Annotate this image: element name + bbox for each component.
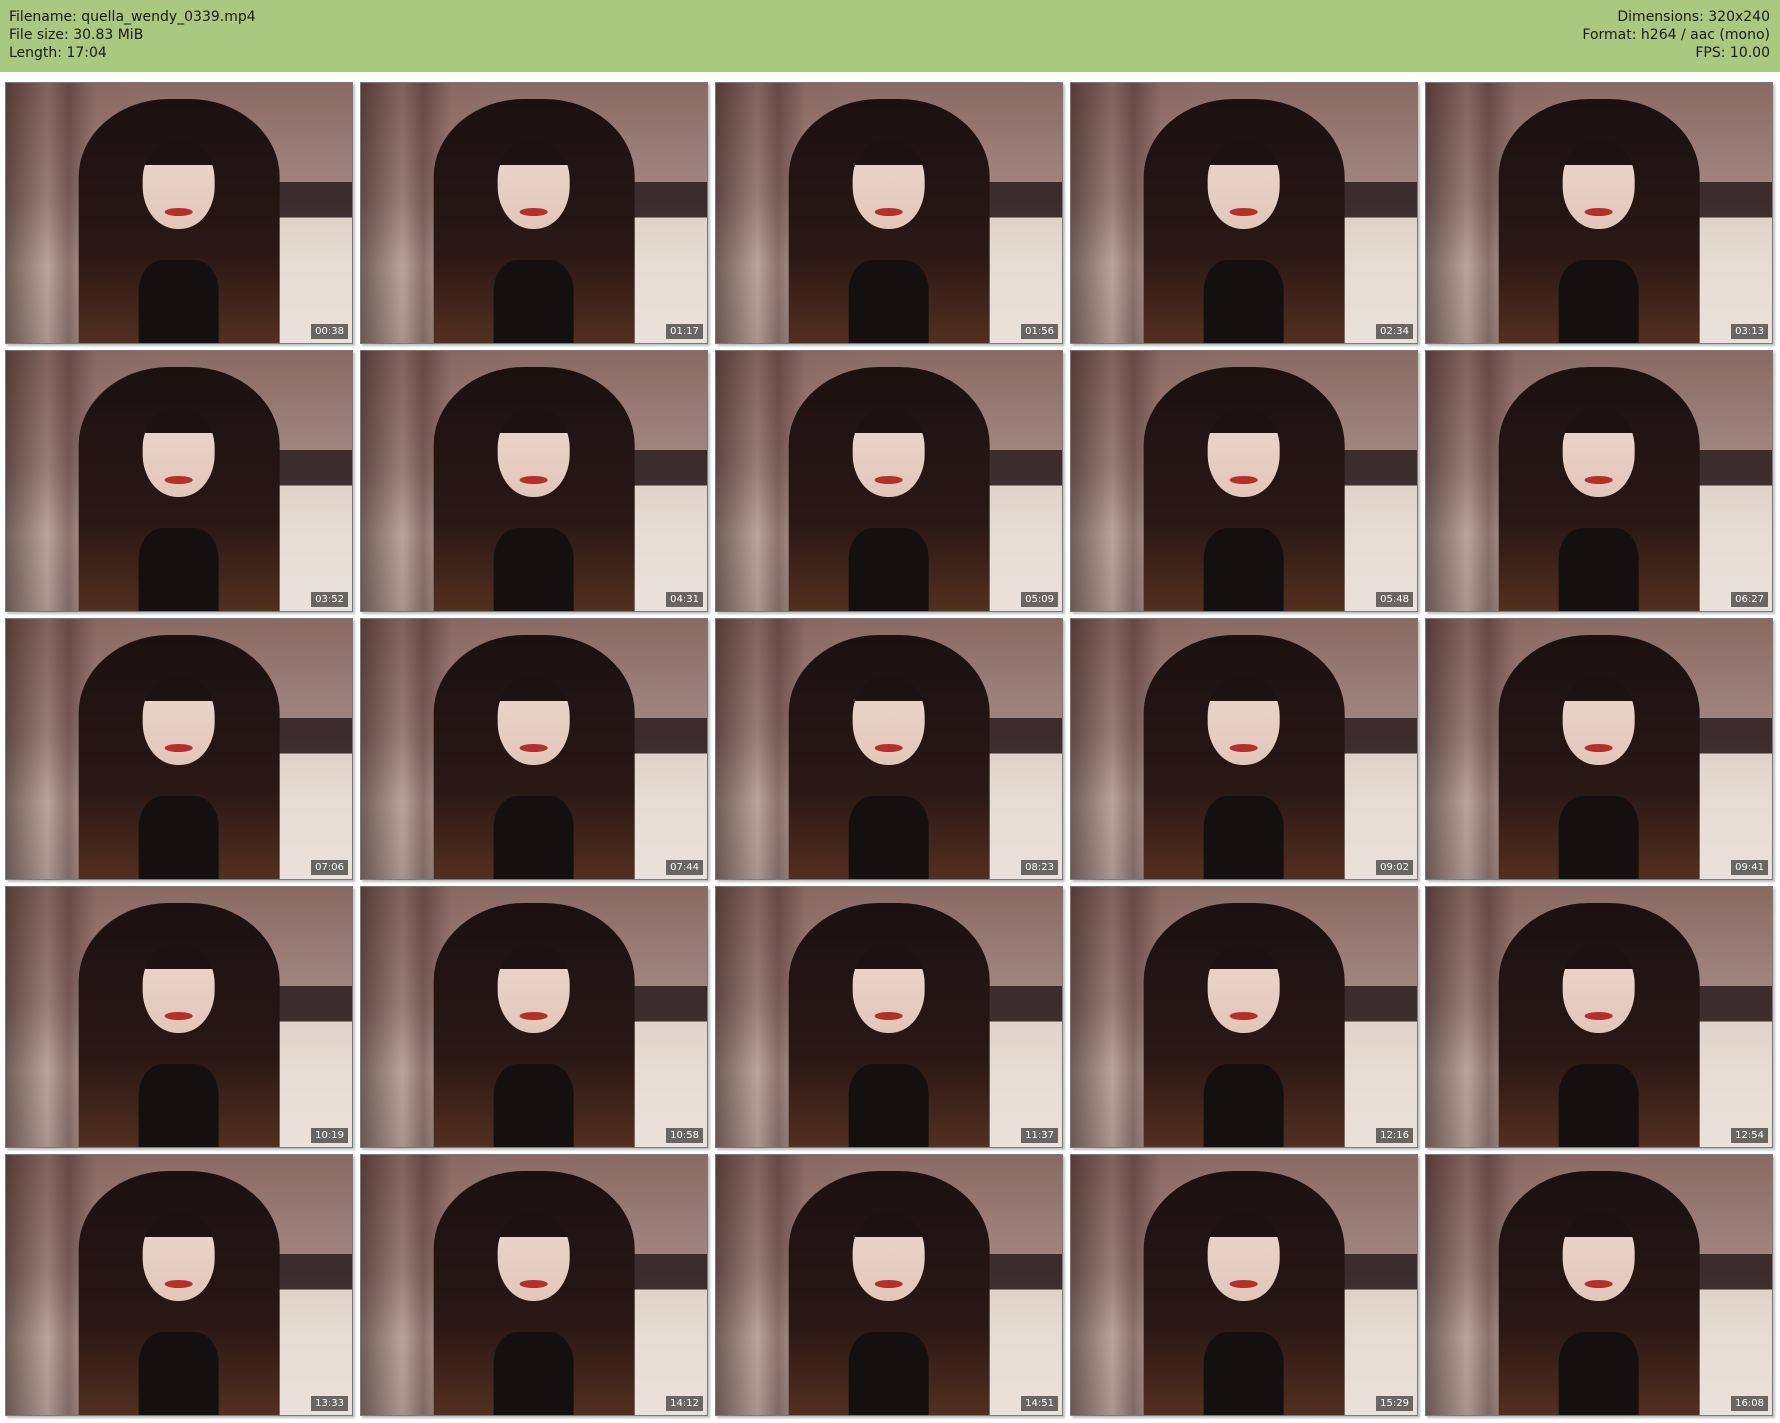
thumbnail: 09:02 [1070,618,1418,880]
timestamp-label: 03:52 [311,592,348,607]
timestamp-label: 15:29 [1376,1396,1413,1411]
thumbnail: 11:37 [715,886,1063,1148]
info-header: Filename: quella_wendy_0339.mp4 File siz… [0,0,1780,72]
thumbnail: 05:48 [1070,350,1418,612]
fps-label: FPS: 10.00 [1695,45,1770,61]
timestamp-label: 00:38 [311,324,348,339]
timestamp-label: 09:02 [1376,860,1413,875]
timestamp-label: 05:48 [1376,592,1413,607]
timestamp-label: 07:44 [666,860,703,875]
person-figure [1143,634,1345,879]
thumbnail: 14:51 [715,1154,1063,1416]
person-figure [788,366,990,611]
person-figure [433,902,635,1147]
person-figure [1143,98,1345,343]
person-figure [788,98,990,343]
person-figure [1143,1170,1345,1415]
thumbnail: 00:38 [5,82,353,344]
timestamp-label: 08:23 [1021,860,1058,875]
stream-info: Dimensions: 320x240 Format: h264 / aac (… [1582,8,1770,62]
timestamp-label: 07:06 [311,860,348,875]
timestamp-label: 12:54 [1731,1128,1768,1143]
person-figure [78,902,280,1147]
person-figure [1498,98,1700,343]
thumbnail: 16:08 [1425,1154,1773,1416]
person-figure [1498,902,1700,1147]
person-figure [1143,366,1345,611]
timestamp-label: 05:09 [1021,592,1058,607]
thumbnail: 15:29 [1070,1154,1418,1416]
timestamp-label: 13:33 [311,1396,348,1411]
timestamp-label: 14:12 [666,1396,703,1411]
thumbnail: 08:23 [715,618,1063,880]
thumbnail: 01:56 [715,82,1063,344]
thumbnail: 06:27 [1425,350,1773,612]
person-figure [433,98,635,343]
person-figure [433,634,635,879]
length-label: Length: 17:04 [9,45,107,61]
person-figure [1498,1170,1700,1415]
timestamp-label: 12:16 [1376,1128,1413,1143]
timestamp-label: 10:58 [666,1128,703,1143]
timestamp-label: 02:34 [1376,324,1413,339]
person-figure [788,634,990,879]
person-figure [1143,902,1345,1147]
timestamp-label: 10:19 [311,1128,348,1143]
filename-label: Filename: quella_wendy_0339.mp4 [9,9,256,25]
timestamp-label: 06:27 [1731,592,1768,607]
file-size-label: File size: 30.83 MiB [9,27,144,43]
thumbnail: 01:17 [360,82,708,344]
thumbnail-grid: 00:38 01:17 01:56 02:34 03:13 03:52 04:31 05:09… [5,82,1775,1420]
person-figure [433,1170,635,1415]
person-figure [788,902,990,1147]
timestamp-label: 01:17 [666,324,703,339]
timestamp-label: 04:31 [666,592,703,607]
timestamp-label: 03:13 [1731,324,1768,339]
timestamp-label: 09:41 [1731,860,1768,875]
thumbnail: 10:19 [5,886,353,1148]
thumbnail: 14:12 [360,1154,708,1416]
thumbnail: 02:34 [1070,82,1418,344]
timestamp-label: 16:08 [1731,1396,1768,1411]
person-figure [1498,634,1700,879]
thumbnail: 03:13 [1425,82,1773,344]
person-figure [78,634,280,879]
file-info: Filename: quella_wendy_0339.mp4 File siz… [9,8,256,62]
person-figure [788,1170,990,1415]
dimensions-label: Dimensions: 320x240 [1617,9,1770,25]
person-figure [1498,366,1700,611]
person-figure [433,366,635,611]
thumbnail: 10:58 [360,886,708,1148]
timestamp-label: 01:56 [1021,324,1058,339]
thumbnail: 07:44 [360,618,708,880]
thumbnail: 12:16 [1070,886,1418,1148]
thumbnail: 03:52 [5,350,353,612]
thumbnail: 13:33 [5,1154,353,1416]
thumbnail: 07:06 [5,618,353,880]
person-figure [78,98,280,343]
thumbnail: 05:09 [715,350,1063,612]
timestamp-label: 11:37 [1021,1128,1058,1143]
thumbnail: 12:54 [1425,886,1773,1148]
thumbnail: 09:41 [1425,618,1773,880]
timestamp-label: 14:51 [1021,1396,1058,1411]
thumbnail: 04:31 [360,350,708,612]
format-label: Format: h264 / aac (mono) [1582,27,1770,43]
person-figure [78,1170,280,1415]
person-figure [78,366,280,611]
